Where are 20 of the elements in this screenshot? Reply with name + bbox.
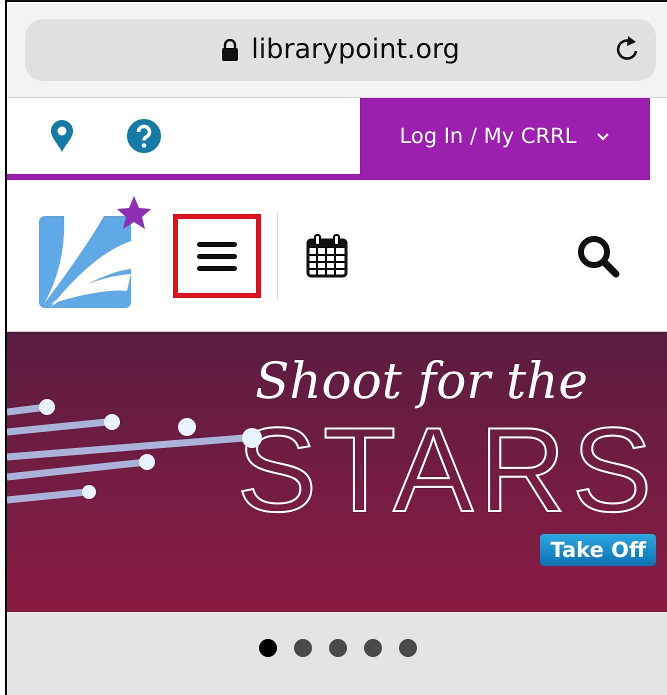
- search-icon[interactable]: [576, 234, 620, 278]
- login-button[interactable]: Log In / My CRRL: [360, 98, 650, 174]
- menu-icon: [197, 240, 237, 270]
- take-off-button[interactable]: Take Off: [540, 534, 656, 566]
- calendar-icon[interactable]: [306, 234, 348, 278]
- url-text: librarypoint.org: [251, 34, 460, 65]
- address-bar[interactable]: librarypoint.org: [25, 18, 656, 80]
- help-icon[interactable]: [127, 119, 161, 153]
- banner-title: STARS: [236, 410, 658, 530]
- carousel-dot[interactable]: [398, 639, 416, 657]
- carousel-dot[interactable]: [364, 639, 382, 657]
- menu-button[interactable]: [173, 214, 261, 298]
- lock-icon: [221, 38, 240, 60]
- carousel-dot[interactable]: [258, 639, 276, 657]
- chevron-down-icon: [596, 132, 610, 140]
- map-pin-icon[interactable]: [51, 120, 73, 152]
- carousel-dot[interactable]: [328, 639, 346, 657]
- banner-script-title: Shoot for the: [255, 352, 588, 410]
- logo-icon: [39, 196, 151, 308]
- carousel-dot[interactable]: [294, 639, 312, 657]
